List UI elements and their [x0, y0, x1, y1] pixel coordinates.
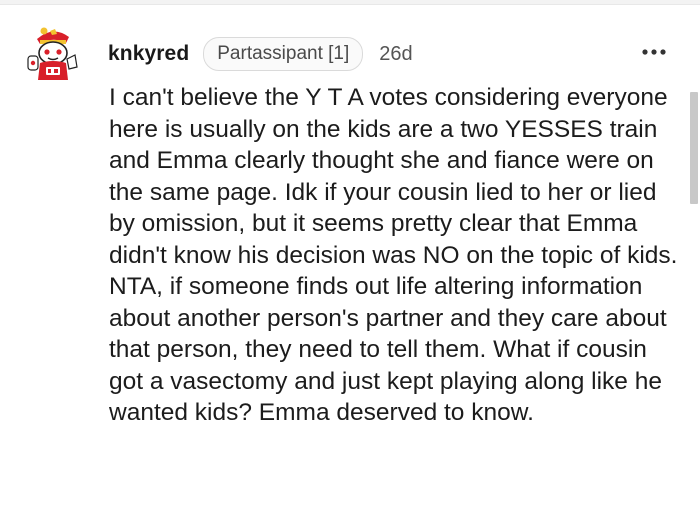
comment-body-text: I can't believe the Y T A votes consider…: [109, 84, 678, 426]
comment-timestamp: 26d: [379, 42, 413, 65]
more-options-button[interactable]: [638, 40, 670, 64]
user-flair-badge: Partassipant [1]: [203, 37, 364, 71]
more-options-icon: [642, 49, 666, 55]
username-link[interactable]: knkyred: [108, 42, 189, 66]
top-divider: [0, 0, 700, 5]
scrollbar-thumb[interactable]: [690, 92, 698, 204]
comment-header: knkyred Partassipant [1] 26d: [108, 37, 413, 71]
comment-view: knkyred Partassipant [1] 26d I can't bel…: [0, 0, 700, 521]
snoo-avatar-icon[interactable]: [22, 22, 84, 84]
